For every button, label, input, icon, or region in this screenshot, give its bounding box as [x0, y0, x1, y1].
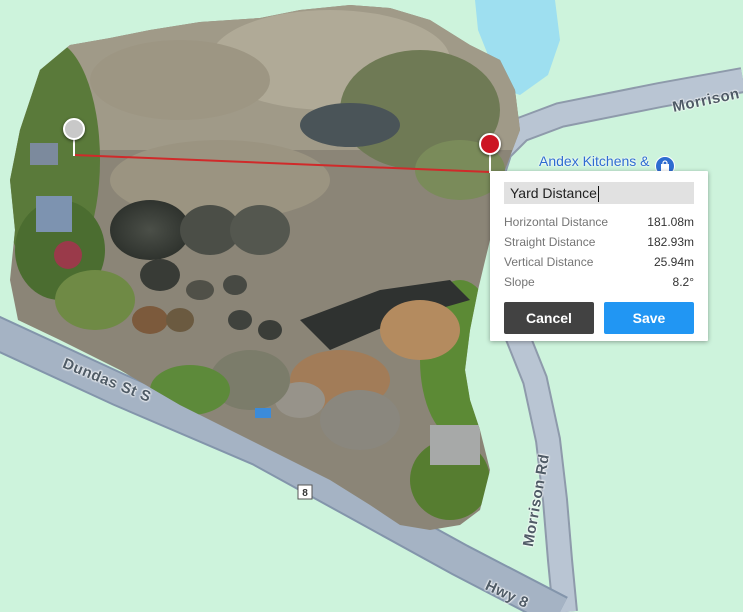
cancel-button[interactable]: Cancel	[504, 302, 594, 334]
row-slope: Slope 8.2°	[504, 275, 694, 291]
row-value: 181.08m	[647, 215, 694, 229]
start-marker-pin-icon	[63, 118, 85, 140]
poi-label[interactable]: Andex Kitchens &	[539, 153, 650, 169]
row-label: Slope	[504, 275, 535, 289]
text-caret	[597, 186, 599, 203]
measurement-panel: Yard Distance Horizontal Distance 181.08…	[490, 171, 708, 341]
save-button[interactable]: Save	[604, 302, 694, 334]
row-label: Vertical Distance	[504, 255, 594, 269]
row-value: 8.2°	[672, 275, 694, 289]
end-marker-pin-icon	[479, 133, 501, 155]
row-label: Straight Distance	[504, 235, 596, 249]
row-straight-distance: Straight Distance 182.93m	[504, 235, 694, 251]
row-vertical-distance: Vertical Distance 25.94m	[504, 255, 694, 271]
row-horizontal-distance: Horizontal Distance 181.08m	[504, 215, 694, 231]
row-value: 182.93m	[647, 235, 694, 249]
row-label: Horizontal Distance	[504, 215, 609, 229]
measurement-name-input[interactable]: Yard Distance	[504, 182, 694, 204]
row-value: 25.94m	[653, 255, 694, 269]
route-shield-number: 8	[302, 488, 308, 499]
